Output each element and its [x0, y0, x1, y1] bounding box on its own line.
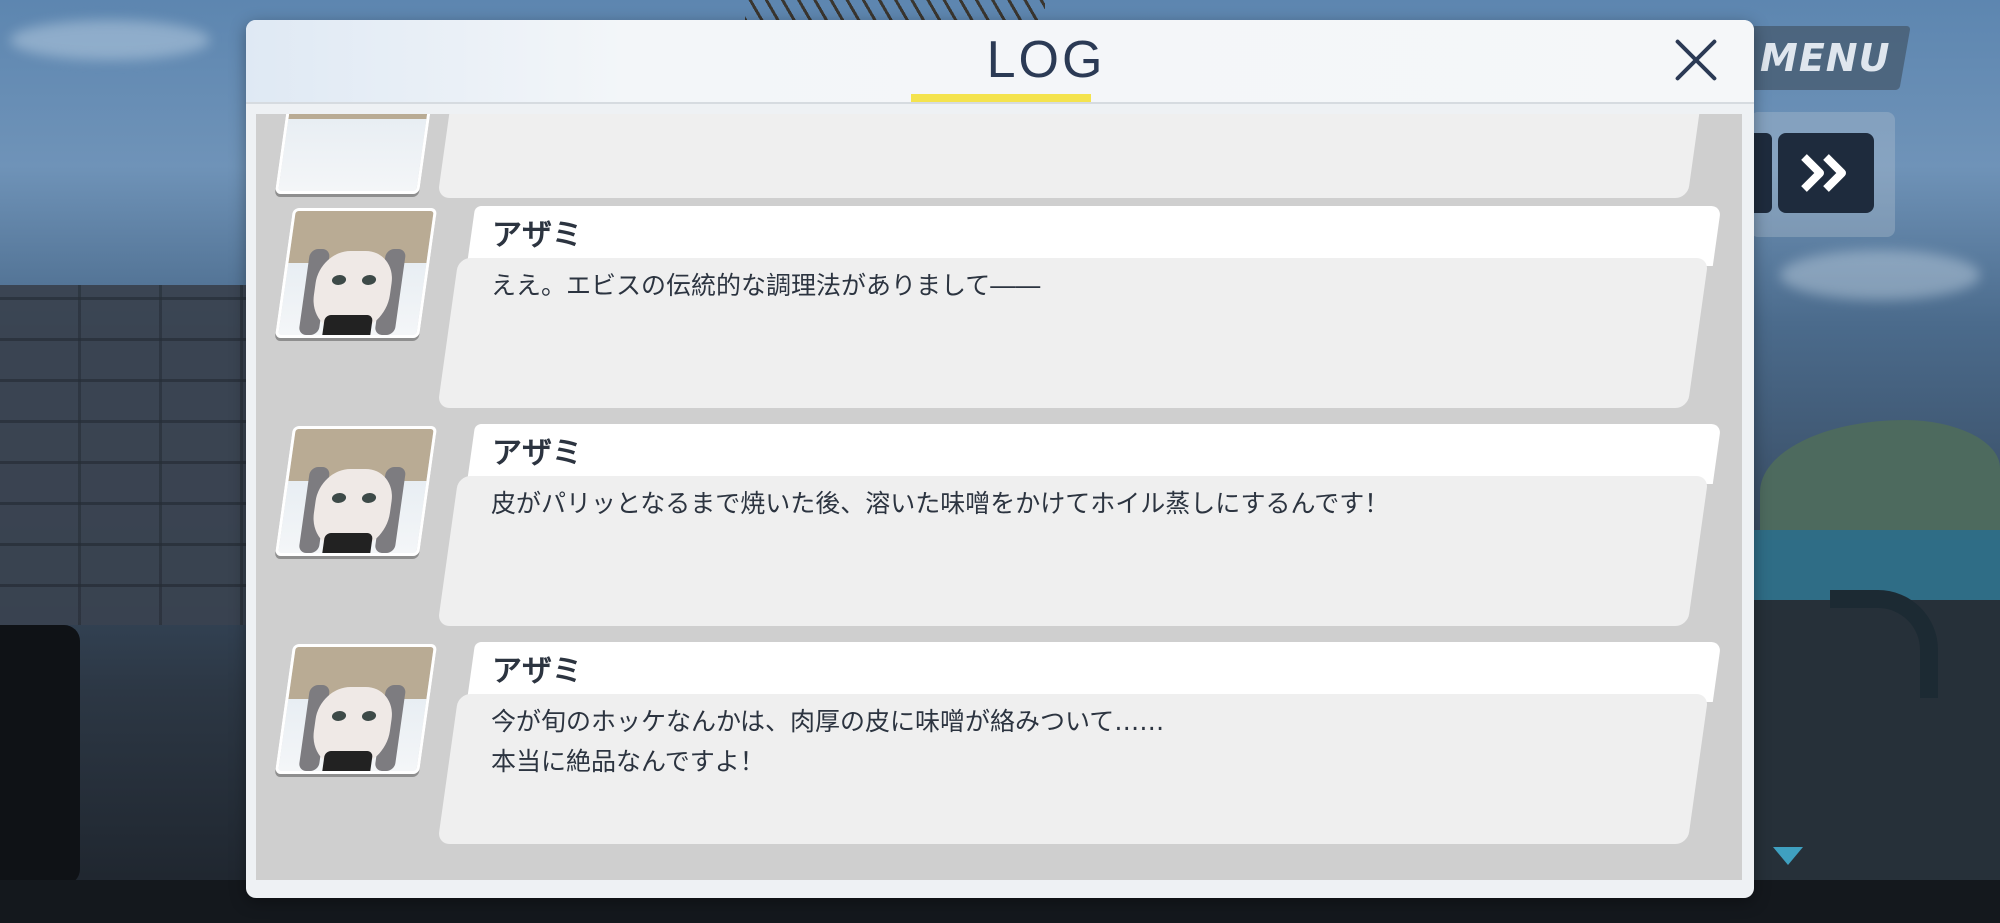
- message-text: …: [491, 114, 516, 124]
- speaker-name: アザミ: [492, 218, 582, 253]
- speaker-name: アザミ: [492, 436, 582, 471]
- message-text: ええ。エビスの伝統的な調理法がありまして――: [491, 271, 1041, 300]
- background-tower: [745, 0, 1045, 22]
- speaker-name: アザミ: [492, 654, 582, 689]
- auto-button[interactable]: [1752, 133, 1772, 213]
- speaker-name-tab: [466, 206, 1722, 266]
- speaker-avatar: [274, 426, 438, 556]
- log-entry: アザミ 皮がパリッとなるまで焼いた後、溶いた味噌をかけてホイル蒸しにするんです！: [256, 424, 1742, 634]
- message-text: 今が旬のホッケなんかは、肉厚の皮に味噌が絡みついて…… 本当に絶品なんですよ！: [491, 707, 1165, 776]
- menu-button[interactable]: MENU: [1739, 26, 1911, 90]
- left-side-panel: [0, 625, 80, 885]
- message-bubble: [437, 114, 1709, 198]
- fast-forward-button[interactable]: [1778, 133, 1874, 213]
- log-list[interactable]: … アザミ ええ。エビスの伝統的な調理法がありまして―― アザミ 皮がパリッとな…: [256, 114, 1742, 880]
- background-cloud: [1780, 250, 1980, 300]
- title-underline: [911, 94, 1091, 102]
- log-header: LOG: [246, 20, 1754, 104]
- log-entry-partial: …: [256, 114, 1742, 214]
- speaker-avatar: [274, 114, 438, 194]
- speaker-name-tab: [466, 642, 1722, 702]
- log-entry: アザミ 今が旬のホッケなんかは、肉厚の皮に味噌が絡みついて…… 本当に絶品なんで…: [256, 642, 1742, 852]
- scroll-down-icon: [1773, 847, 1803, 865]
- log-title: LOG: [986, 31, 1106, 89]
- speaker-avatar: [274, 208, 438, 338]
- log-window: LOG … アザミ ええ。エビスの伝統的な調理法がありまして――: [246, 20, 1754, 898]
- double-chevron-right-icon: [1801, 154, 1846, 192]
- speaker-name-tab: [466, 424, 1722, 484]
- message-text: 皮がパリッとなるまで焼いた後、溶いた味噌をかけてホイル蒸しにするんです！: [491, 489, 1390, 518]
- close-button[interactable]: [1666, 30, 1726, 90]
- log-entry: アザミ ええ。エビスの伝統的な調理法がありまして――: [256, 206, 1742, 416]
- menu-label: MENU: [1759, 36, 1891, 80]
- background-hill: [1760, 420, 2000, 540]
- background-wall: [0, 285, 250, 625]
- speaker-avatar: [274, 644, 438, 774]
- background-cloud: [10, 20, 210, 60]
